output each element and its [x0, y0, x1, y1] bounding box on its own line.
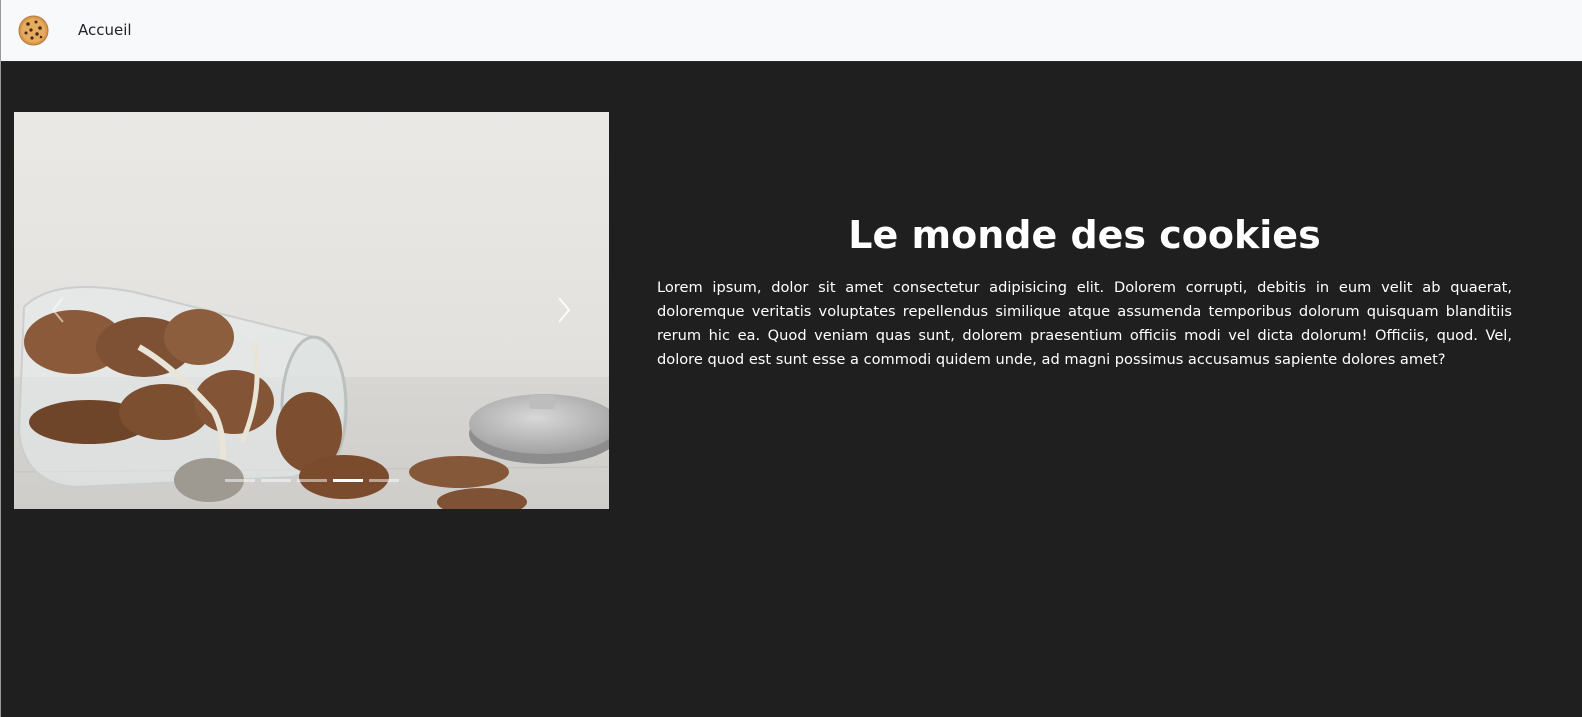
nav-link-accueil[interactable]: Accueil — [78, 20, 132, 40]
cookie-icon — [18, 15, 49, 46]
brand-logo[interactable] — [18, 15, 49, 46]
image-carousel[interactable] — [14, 112, 609, 509]
carousel-indicator[interactable] — [224, 479, 255, 482]
carousel-indicator[interactable] — [368, 479, 399, 482]
carousel-prev-button[interactable] — [38, 282, 78, 338]
page-title: Le monde des cookies — [848, 213, 1321, 257]
chevron-left-icon — [51, 297, 64, 323]
carousel-next-button[interactable] — [544, 282, 584, 338]
carousel-slide-image — [14, 112, 609, 509]
chevron-right-icon — [558, 297, 571, 323]
carousel-indicator-active[interactable] — [332, 479, 363, 482]
navbar: Accueil — [1, 0, 1582, 62]
carousel-indicators — [14, 479, 609, 482]
intro-paragraph: Lorem ipsum, dolor sit amet consectetur … — [657, 279, 1512, 368]
page: Accueil Le monde des cookies Lorem ipsum… — [0, 0, 1582, 717]
carousel-indicator[interactable] — [260, 479, 291, 482]
carousel-indicator[interactable] — [296, 479, 327, 482]
